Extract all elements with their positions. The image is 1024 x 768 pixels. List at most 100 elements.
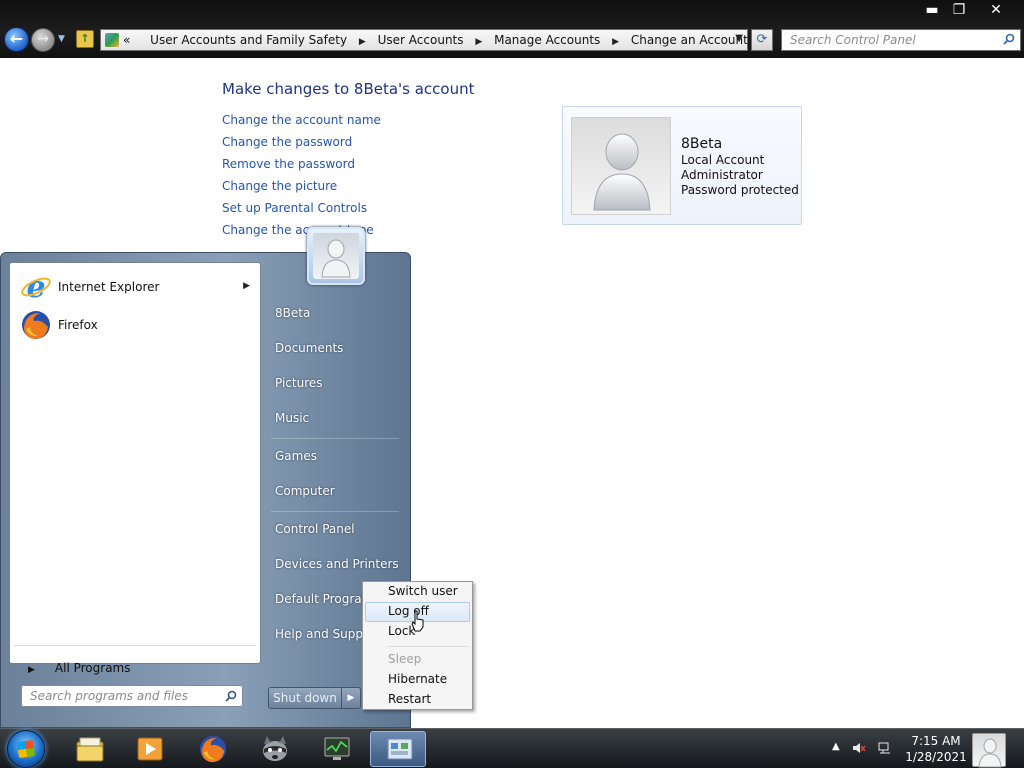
divider	[271, 511, 399, 512]
breadcrumb-separator-icon[interactable]: ▶	[612, 37, 619, 47]
taskbar-firefox[interactable]	[184, 731, 240, 767]
menu-item-switch-user[interactable]: Switch user	[365, 582, 470, 602]
all-programs-label: All Programs	[54, 661, 131, 675]
user-silhouette-icon	[313, 233, 359, 279]
system-monitor-icon	[324, 737, 350, 760]
minimize-button[interactable]: ▬	[918, 0, 946, 20]
breadcrumb-separator-icon[interactable]: ▶	[475, 37, 482, 47]
all-programs-button[interactable]: ▶ All Programs	[28, 661, 131, 675]
system-clock[interactable]: 7:15 AM 1/28/2021	[903, 733, 969, 765]
account-picture	[571, 117, 671, 215]
control-panel-search-input[interactable]: Search Control Panel	[781, 29, 1021, 51]
breadcrumb-overflow[interactable]: «	[123, 33, 130, 47]
start-menu-programs-pane: e Internet Explorer ▶ Firefox ▶ All Progr…	[9, 262, 261, 675]
clock-date: 1/28/2021	[905, 750, 967, 764]
user-picture-tile[interactable]	[307, 227, 365, 285]
user-silhouette-icon	[978, 738, 1002, 768]
firefox-icon	[199, 735, 227, 763]
volume-muted-icon[interactable]	[852, 741, 866, 755]
change-account-name-link[interactable]: Change the account name	[222, 112, 381, 134]
program-internet-explorer[interactable]: e Internet Explorer ▶	[16, 269, 256, 305]
network-icon[interactable]	[878, 741, 892, 755]
breadcrumb-user-accounts-family-safety[interactable]: User Accounts and Family Safety	[150, 33, 347, 47]
divider	[271, 438, 399, 439]
menu-item-restart[interactable]: Restart	[365, 690, 470, 710]
start-item-computer[interactable]: Computer	[275, 484, 335, 498]
shut-down-button[interactable]: Shut down	[268, 687, 342, 709]
breadcrumb-manage-accounts[interactable]: Manage Accounts	[494, 33, 600, 47]
show-desktop-button[interactable]	[972, 733, 1006, 768]
start-item-devices-printers[interactable]: Devices and Printers	[275, 557, 399, 571]
start-item-documents[interactable]: Documents	[275, 341, 343, 355]
program-label: Internet Explorer	[58, 280, 160, 294]
address-bar[interactable]: « User Accounts and Family Safety ▶ User…	[100, 29, 748, 51]
start-item-games[interactable]: Games	[275, 449, 317, 463]
close-button[interactable]: ✕	[972, 0, 1020, 20]
breadcrumb-user-accounts[interactable]: User Accounts	[378, 33, 464, 47]
back-button[interactable]: ←	[4, 27, 29, 52]
media-player-icon	[137, 737, 163, 761]
raccoon-app-icon	[263, 736, 287, 761]
breadcrumb-change-an-account[interactable]: Change an Account	[631, 33, 748, 47]
program-label: Firefox	[58, 318, 98, 332]
up-arrow-icon: ↑	[80, 32, 90, 45]
start-item-user[interactable]: 8Beta	[275, 306, 310, 320]
taskbar-windows-explorer[interactable]	[61, 731, 117, 767]
address-dropdown-icon[interactable]: ▼	[735, 33, 743, 44]
page-title: Make changes to 8Beta's account	[222, 80, 475, 98]
search-icon[interactable]	[225, 690, 237, 702]
submenu-arrow-icon[interactable]: ▶	[243, 281, 250, 291]
clock-time: 7:15 AM	[911, 734, 961, 748]
arrow-right-icon: →	[37, 31, 49, 47]
taskbar-control-panel[interactable]	[370, 731, 426, 767]
account-role: Administrator	[681, 168, 763, 182]
change-password-link[interactable]: Change the password	[222, 134, 381, 156]
search-icon[interactable]	[1003, 33, 1015, 45]
control-panel-icon	[105, 33, 119, 47]
remove-password-link[interactable]: Remove the password	[222, 156, 381, 178]
change-picture-link[interactable]: Change the picture	[222, 178, 381, 200]
start-item-pictures[interactable]: Pictures	[275, 376, 323, 390]
account-task-links: Change the account name Change the passw…	[222, 112, 381, 244]
taskbar-system-monitor[interactable]	[308, 731, 364, 767]
windows-explorer-icon	[76, 737, 104, 762]
account-info: 8Beta Local Account Administrator Passwo…	[681, 135, 799, 198]
forward-button[interactable]: →	[31, 28, 55, 52]
start-item-music[interactable]: Music	[275, 411, 309, 425]
menu-item-sleep: Sleep	[388, 652, 422, 666]
parental-controls-link[interactable]: Set up Parental Controls	[222, 200, 381, 222]
start-item-control-panel[interactable]: Control Panel	[275, 522, 355, 536]
divider	[387, 646, 469, 647]
program-firefox[interactable]: Firefox	[16, 307, 256, 343]
taskbar-raccoon-app[interactable]	[246, 731, 302, 767]
triangle-right-icon: ▶	[28, 665, 35, 675]
start-menu: e Internet Explorer ▶ Firefox ▶ All Progr…	[0, 227, 411, 728]
divider	[14, 645, 256, 646]
arrow-left-icon: ←	[9, 29, 24, 48]
start-search-input[interactable]: Search programs and files	[21, 685, 243, 707]
breadcrumb: « User Accounts and Family Safety ▶ User…	[123, 33, 748, 47]
taskbar: ▲ 7:15 AM 1/28/2021	[0, 728, 1024, 768]
triangle-right-icon: ▶	[347, 693, 355, 703]
user-silhouette-icon	[593, 133, 651, 211]
refresh-icon: ⟳	[756, 32, 768, 47]
taskbar-media-player[interactable]	[121, 731, 177, 767]
shut-down-options-menu: Switch user Log off Lock Sleep Hibernate…	[362, 581, 473, 710]
internet-explorer-icon: e	[21, 271, 51, 303]
account-card: 8Beta Local Account Administrator Passwo…	[562, 106, 802, 225]
search-placeholder: Search Control Panel	[790, 33, 916, 47]
up-folder-button[interactable]: ↑	[76, 30, 94, 48]
shut-down-options-button[interactable]: ▶	[341, 687, 361, 709]
account-name: 8Beta	[681, 136, 723, 152]
show-hidden-icons-button[interactable]: ▲	[832, 741, 840, 752]
control-panel-icon	[387, 738, 413, 760]
firefox-icon	[22, 311, 50, 339]
start-button[interactable]	[7, 730, 45, 768]
menu-item-hibernate[interactable]: Hibernate	[365, 670, 470, 690]
maximize-button[interactable]: ❐	[946, 0, 972, 20]
refresh-button[interactable]: ⟳	[751, 29, 773, 51]
breadcrumb-separator-icon[interactable]: ▶	[359, 37, 366, 47]
explorer-title-bar: ▬ ❐ ✕ ← → ▼ ↑ « User Accounts and Family…	[0, 0, 1024, 58]
recent-pages-dropdown[interactable]: ▼	[58, 34, 65, 44]
account-status: Password protected	[681, 183, 799, 197]
